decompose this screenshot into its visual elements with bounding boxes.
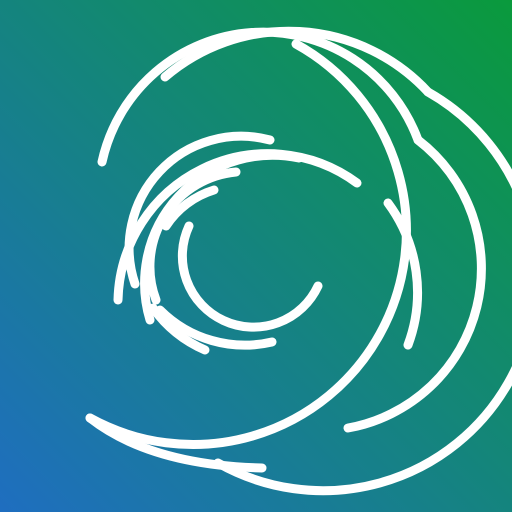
app-icon [0, 0, 512, 512]
spiral-logo-icon [0, 0, 512, 512]
